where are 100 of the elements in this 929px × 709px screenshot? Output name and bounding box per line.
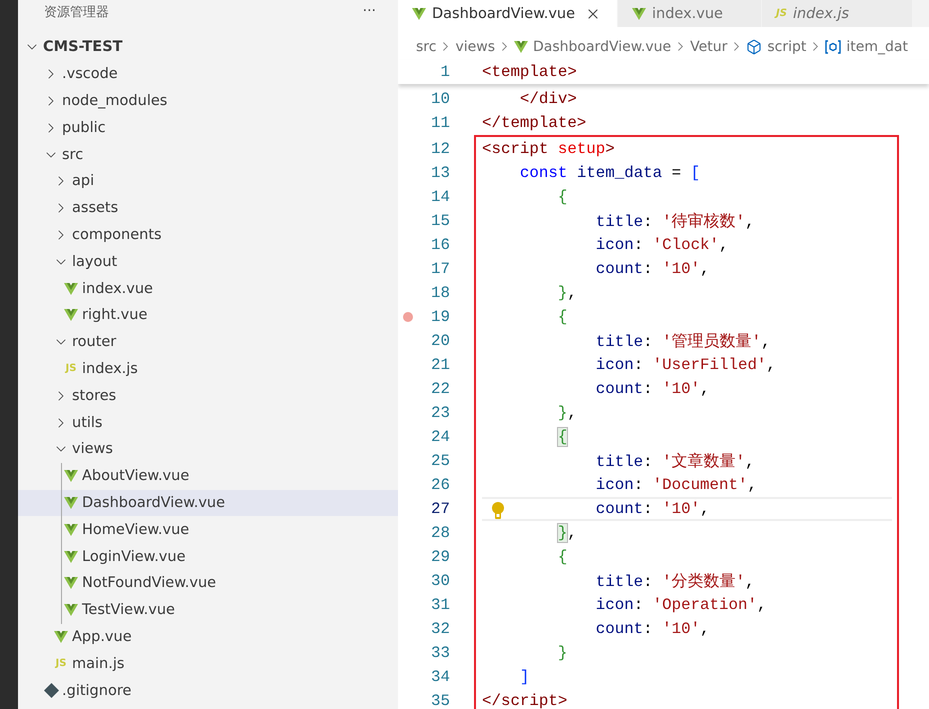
file-item[interactable]: DashboardView.vue [18,490,398,516]
vue-icon [64,550,78,563]
line-number: 15 [431,212,450,230]
line-number: 22 [431,380,450,398]
more-button[interactable]: ··· [358,3,380,19]
vue-icon [54,630,68,643]
code-line: count: '10', [596,620,710,638]
code-line: <script setup> [482,140,615,158]
file-item[interactable]: right.vue [18,302,398,329]
code-line: count: '10', [596,380,710,398]
line-number: 12 [431,140,450,158]
file-item[interactable]: index.vue [18,275,398,302]
explorer-title: 资源管理器 [44,4,109,21]
folder-item[interactable]: stores [18,382,398,410]
code-line: </template> [482,114,586,132]
line-number: 25 [431,452,450,470]
code-line: { [558,308,568,326]
vue-icon [64,604,78,616]
folder-item[interactable]: src [18,141,398,168]
breadcrumb-item[interactable]: src [416,38,436,54]
folder-item[interactable]: views [18,436,398,463]
code-line: }, [558,284,577,302]
code-line: </div> [520,90,577,108]
line-number: 16 [431,236,450,254]
line-number: 26 [431,476,450,494]
line-number: 1 [440,63,450,81]
line-number: 21 [431,356,450,374]
code-line: </script> [482,692,568,709]
vue-icon [64,309,78,322]
folder-item[interactable]: .vscode [18,60,398,88]
folder-item[interactable]: CMS-TEST [18,34,398,61]
folder-item[interactable]: utils [18,409,398,436]
line-number: 10 [431,90,450,108]
code-line: { [558,548,568,566]
code-line: title: '文章数量', [596,452,755,472]
file-item[interactable]: .gitignore [18,677,398,704]
file-item[interactable]: JS index.js [18,356,398,382]
file-item[interactable]: App.vue [18,624,398,650]
breadcrumb-item[interactable]: item_dat [825,38,908,54]
code-line: title: '分类数量', [596,572,755,592]
vue-icon [64,524,78,536]
folder-item[interactable]: layout [18,248,398,276]
line-number: 11 [431,114,450,132]
file-item[interactable]: AboutView.vue [18,462,398,490]
line-number: 33 [431,644,450,662]
breadcrumb-item[interactable]: script [746,38,806,54]
line-number: 27 [431,500,450,518]
folder-item[interactable]: node_modules [18,88,398,114]
vue-icon [64,496,78,509]
breadcrumb-item[interactable]: views [455,38,495,54]
file-item[interactable]: TestView.vue [18,596,398,624]
line-number: 14 [431,188,450,206]
js-icon: JS [66,363,76,374]
variable-icon [825,40,842,54]
code-line: } [558,644,568,662]
folder-item[interactable]: public [18,114,398,142]
file-item[interactable]: JS main.js [18,650,398,678]
editor-tab[interactable]: DashboardView.vue [398,0,618,27]
vue-icon [64,470,78,482]
file-item[interactable]: LoginView.vue [18,543,398,570]
vue-icon [64,282,78,295]
folder-item[interactable]: assets [18,194,398,222]
code-line: { [558,188,568,206]
code-line: title: '待审核数', [596,212,755,232]
line-number: 20 [431,332,450,350]
js-icon: JS [56,658,66,670]
line-number: 18 [431,284,450,302]
code-line: const item_data = [ [520,164,700,182]
line-number: 32 [431,620,450,638]
breakpoint-hint-icon[interactable] [403,312,413,322]
vue-icon [64,577,78,590]
code-line: count: '10', [596,500,710,518]
git-icon [44,683,58,698]
code-line: <template> [482,63,577,81]
code-line: icon: 'Document', [596,476,757,494]
line-number: 24 [431,428,450,446]
line-number: 30 [431,572,450,590]
editor-tab[interactable]: index.vue [618,0,762,27]
code-line: title: '管理员数量', [596,332,771,352]
line-number: 13 [431,164,450,182]
line-number: 29 [431,548,450,566]
folder-item[interactable]: router [18,328,398,356]
lightbulb-icon[interactable] [492,502,504,520]
breadcrumb-item[interactable]: DashboardView.vue [514,38,672,54]
breadcrumb-item[interactable]: Vetur [690,38,728,54]
vue-icon [632,8,646,20]
line-number: 35 [431,692,450,709]
folder-item[interactable]: components [18,222,398,248]
file-item[interactable]: HomeView.vue [18,516,398,544]
line-number: 34 [431,668,450,686]
folder-item[interactable]: api [18,168,398,195]
file-item[interactable]: NotFoundView.vue [18,570,398,597]
code-line: ] [520,668,530,686]
js-icon: JS [776,8,787,19]
line-number: 17 [431,260,450,278]
editor-tab[interactable]: JS index.js [762,0,913,27]
code-line: count: '10', [596,260,710,278]
code-line: icon: 'Operation', [596,596,766,614]
code-line: icon: 'Clock', [596,236,728,254]
line-number: 31 [431,596,450,614]
